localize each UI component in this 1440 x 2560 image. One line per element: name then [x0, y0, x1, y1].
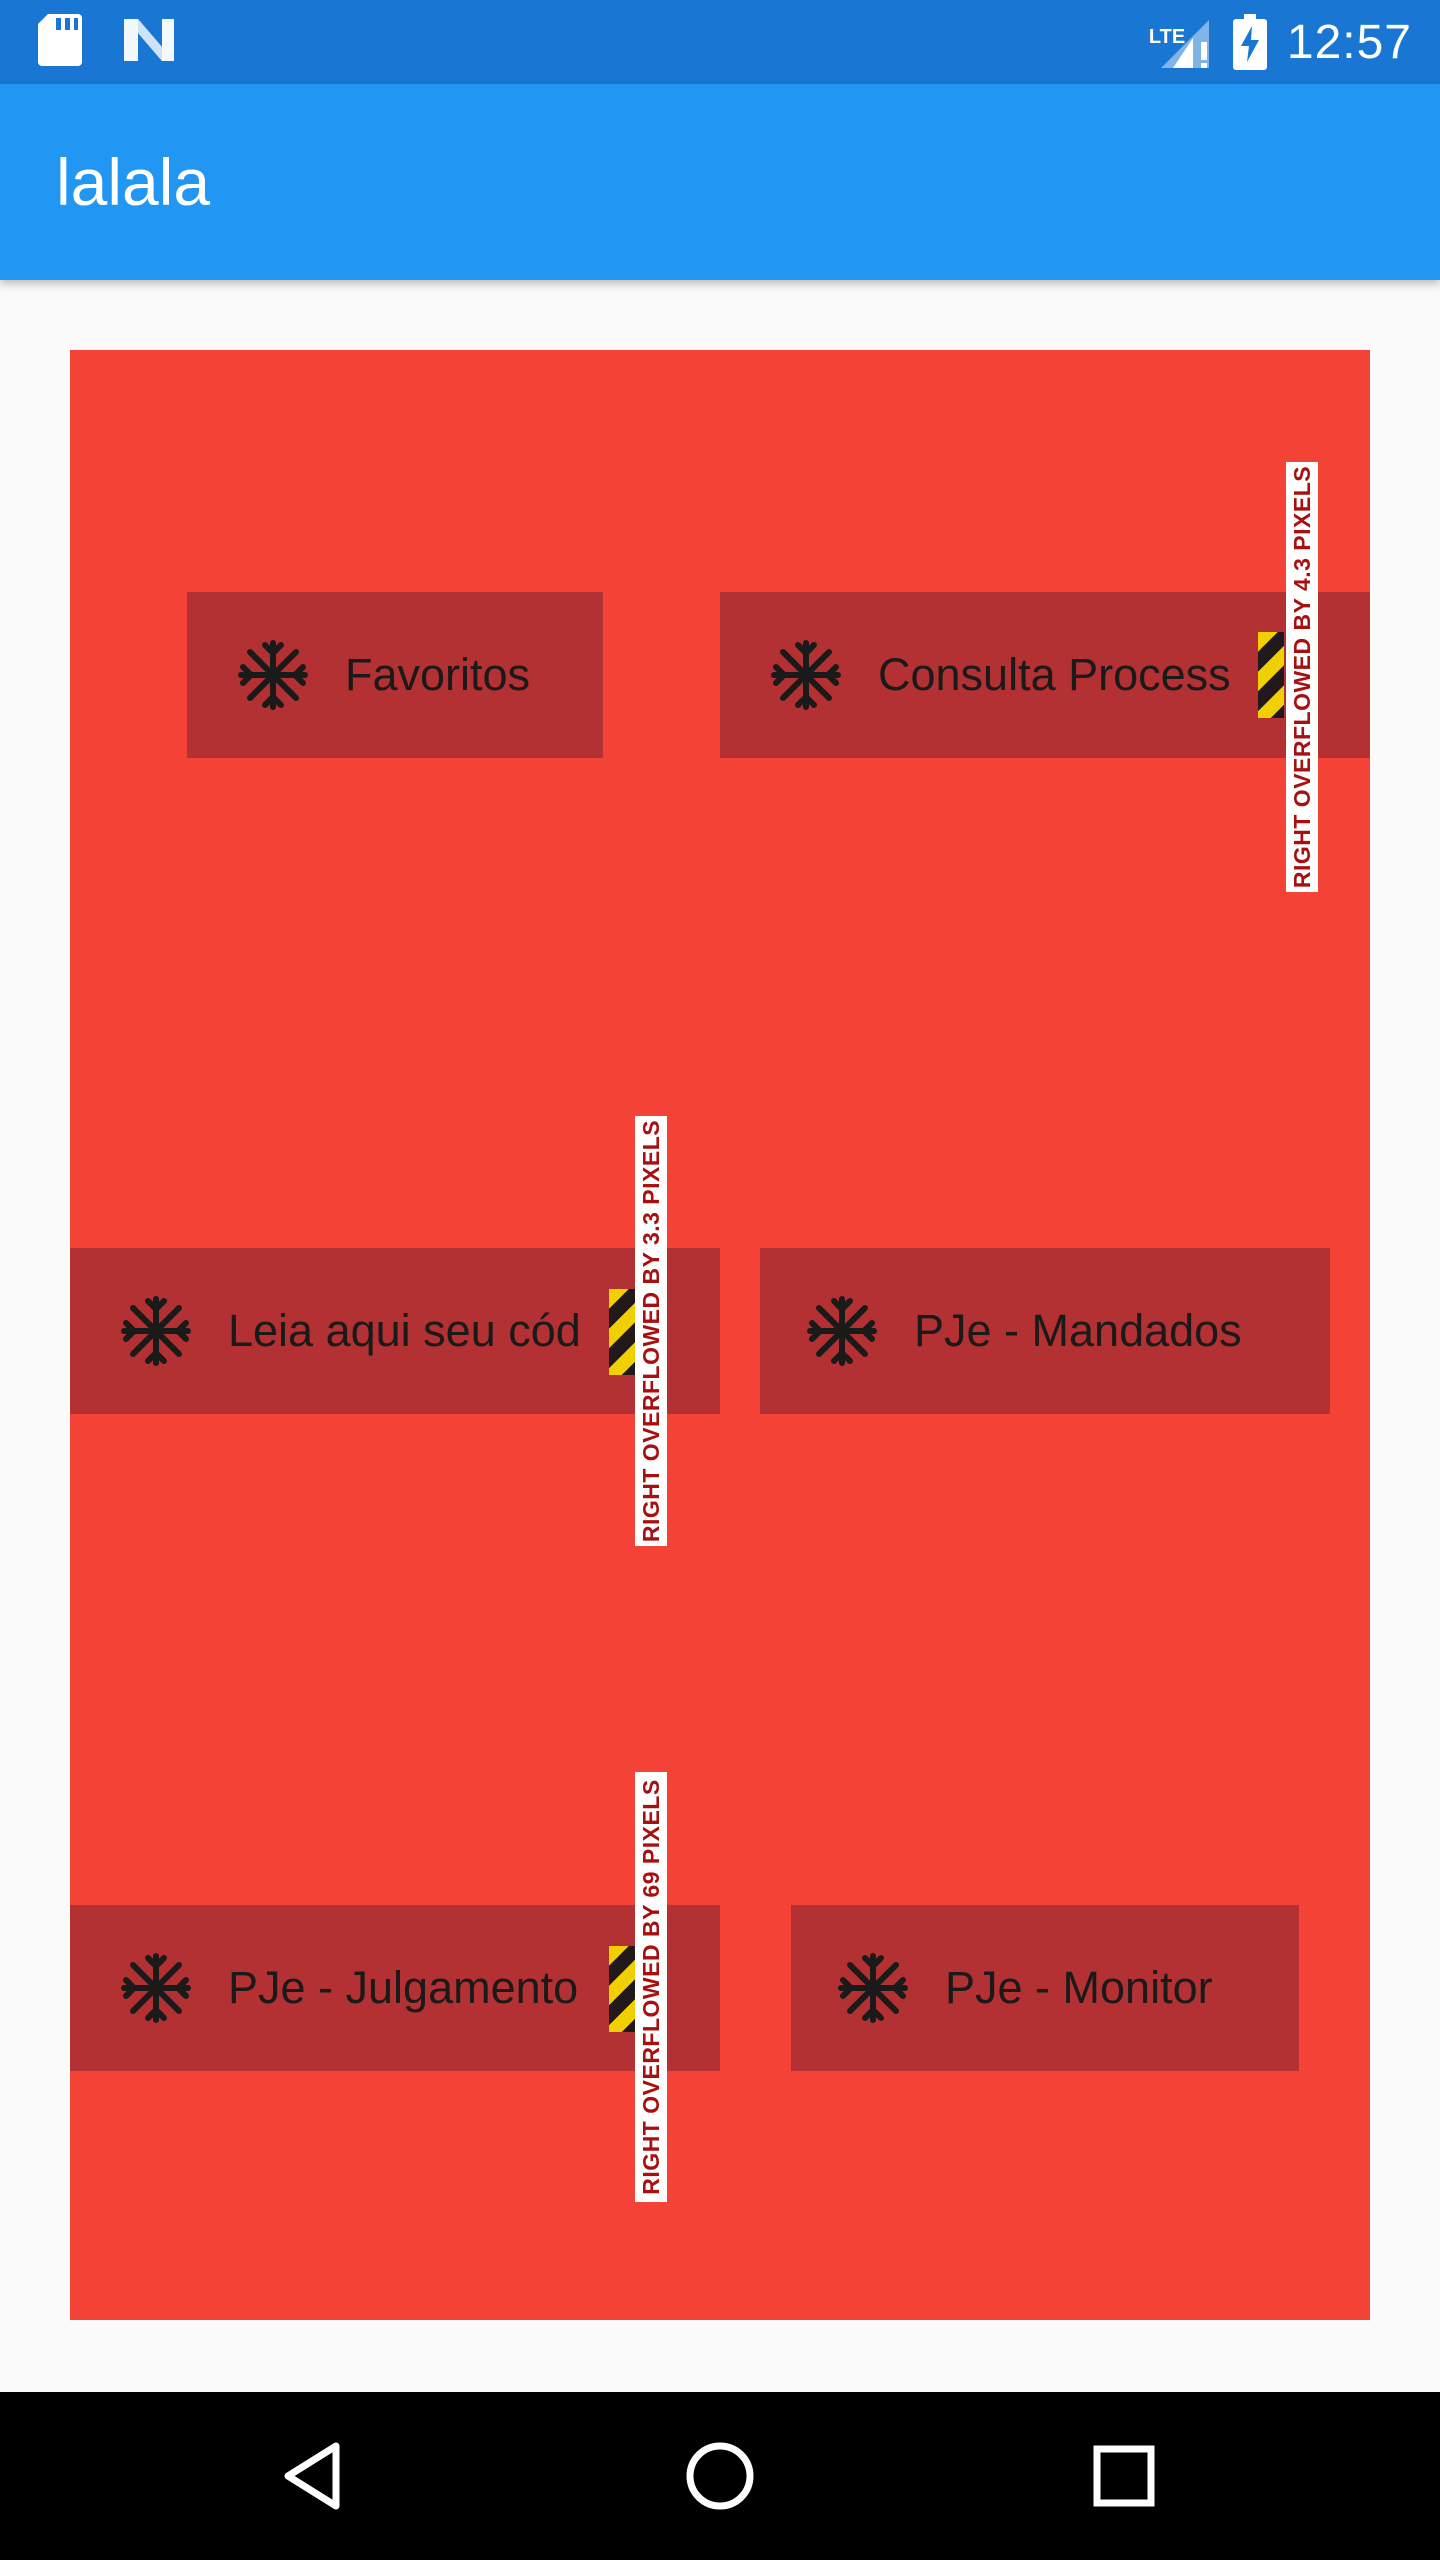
- overflow-warning: RIGHT OVERFLOWED BY 3.3 PIXELS: [635, 1116, 667, 1546]
- sd-card-icon: [38, 14, 82, 66]
- overflow-stripe: [609, 1946, 635, 2032]
- tile-label: Leia aqui seu cód: [228, 1305, 581, 1356]
- overflow-warning: RIGHT OVERFLOWED BY 4.3 PIXELS: [1286, 462, 1318, 892]
- signal-alert-icon: LTE: [1149, 14, 1213, 70]
- clock: 12:57: [1286, 15, 1412, 69]
- tile-pje-monitor[interactable]: PJe - Monitor: [791, 1905, 1299, 2071]
- overflow-stripe: [609, 1289, 635, 1375]
- snowflake-icon: [237, 639, 309, 711]
- tile-pje-mandados[interactable]: PJe - Mandados: [760, 1248, 1330, 1414]
- n-logo-icon: [124, 19, 174, 61]
- overflow-stripe: [1258, 632, 1284, 718]
- back-icon[interactable]: [274, 2434, 358, 2518]
- tile-label: PJe - Monitor: [945, 1962, 1213, 2013]
- home-icon[interactable]: [678, 2434, 762, 2518]
- app-bar: lalala: [0, 84, 1440, 280]
- tile-label: PJe - Julgamento: [228, 1962, 579, 2013]
- page-title: lalala: [56, 145, 211, 219]
- overflow-warning: RIGHT OVERFLOWED BY 69 PIXELS: [635, 1772, 667, 2202]
- tile-label: PJe - Mandados: [914, 1305, 1242, 1356]
- status-bar: LTE 12:57: [0, 0, 1440, 84]
- menu-panel: Favoritos Consulta Process Leia aqui seu…: [70, 350, 1370, 2320]
- tile-label: Consulta Process: [878, 649, 1231, 700]
- snowflake-icon: [120, 1295, 192, 1367]
- tile-favoritos[interactable]: Favoritos: [187, 592, 603, 758]
- snowflake-icon: [837, 1952, 909, 2024]
- recents-icon[interactable]: [1082, 2434, 1166, 2518]
- snowflake-icon: [120, 1952, 192, 2024]
- navigation-bar: [0, 2392, 1440, 2560]
- tile-label: Favoritos: [345, 649, 531, 700]
- battery-charging-icon: [1232, 14, 1267, 70]
- snowflake-icon: [806, 1295, 878, 1367]
- snowflake-icon: [770, 639, 842, 711]
